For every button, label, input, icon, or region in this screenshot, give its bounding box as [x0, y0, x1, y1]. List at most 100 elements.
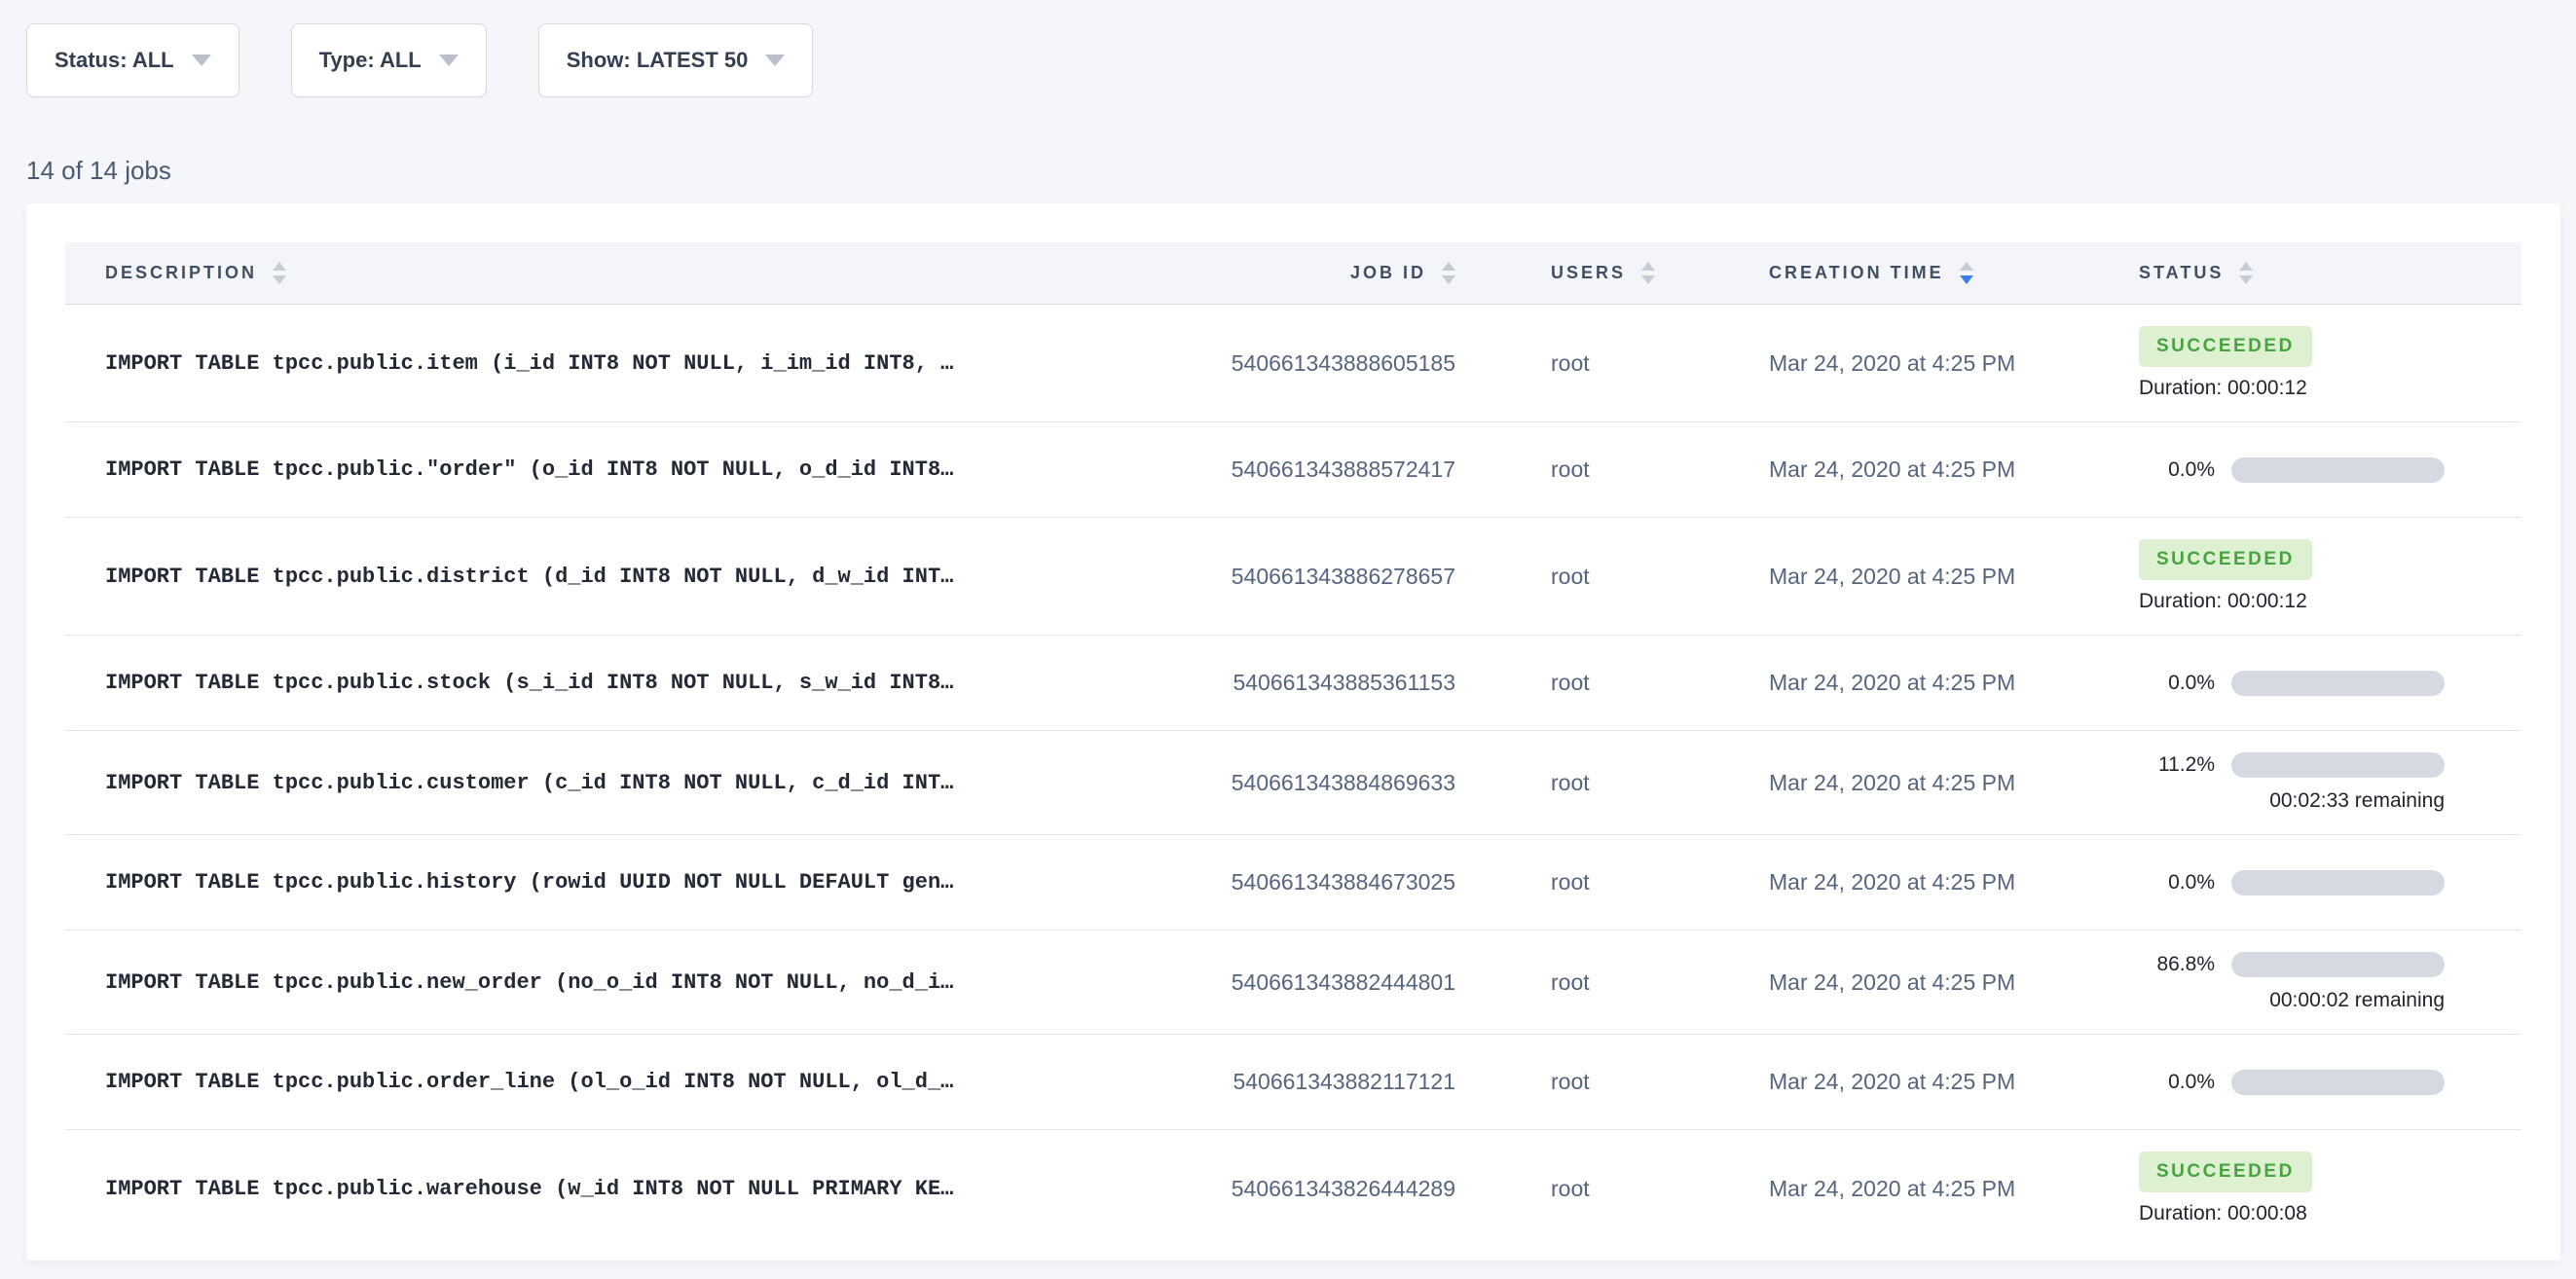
- jobs-filter-bar: Status: ALL Type: ALL Show: LATEST 50: [0, 0, 2576, 97]
- job-description: IMPORT TABLE tpcc.public.stock (s_i_id I…: [65, 671, 1134, 695]
- table-row: IMPORT TABLE tpcc.public.new_order (no_o…: [65, 931, 2521, 1035]
- sort-control[interactable]: [1641, 262, 1655, 284]
- status-succeeded: SUCCEEDED Duration: 00:00:12: [2139, 326, 2521, 400]
- table-row: IMPORT TABLE tpcc.public.warehouse (w_id…: [65, 1130, 2521, 1247]
- job-status-cell: 0.0%: [2108, 457, 2521, 483]
- job-user: root: [1455, 1069, 1748, 1095]
- header-label: USERS: [1551, 263, 1626, 283]
- job-description: IMPORT TABLE tpcc.public."order" (o_id I…: [65, 457, 1134, 482]
- header-label: CREATION TIME: [1769, 263, 1944, 283]
- header-cell-creation-time[interactable]: CREATION TIME: [1748, 262, 2108, 284]
- job-id: 540661343826444289: [1134, 1176, 1455, 1202]
- status-badge: SUCCEEDED: [2139, 326, 2312, 367]
- job-user: root: [1455, 670, 1748, 696]
- progress-line: 0.0%: [2139, 457, 2521, 483]
- header-cell-description[interactable]: DESCRIPTION: [65, 262, 1134, 284]
- type-filter-label: Type: ALL: [319, 48, 422, 73]
- sort-control[interactable]: [2239, 262, 2253, 284]
- job-description: IMPORT TABLE tpcc.public.item (i_id INT8…: [65, 351, 1134, 376]
- job-creation-time: Mar 24, 2020 at 4:25 PM: [1748, 869, 2108, 895]
- progress-bar: [2231, 752, 2445, 778]
- status-filter-dropdown[interactable]: Status: ALL: [26, 23, 239, 97]
- job-creation-time: Mar 24, 2020 at 4:25 PM: [1748, 564, 2108, 590]
- sort-asc-icon: [1641, 262, 1655, 271]
- job-user: root: [1455, 869, 1748, 895]
- job-user: root: [1455, 770, 1748, 796]
- job-creation-time: Mar 24, 2020 at 4:25 PM: [1748, 770, 2108, 796]
- job-status-cell: 86.8% 00:00:02 remaining: [2108, 952, 2521, 1012]
- job-user: root: [1455, 350, 1748, 377]
- show-filter-label: Show: LATEST 50: [567, 48, 749, 73]
- status-progress: 0.0%: [2139, 870, 2521, 895]
- job-creation-time: Mar 24, 2020 at 4:25 PM: [1748, 670, 2108, 696]
- status-progress: 11.2% 00:02:33 remaining: [2139, 752, 2521, 813]
- job-creation-time: Mar 24, 2020 at 4:25 PM: [1748, 350, 2108, 377]
- chevron-down-icon: [192, 55, 211, 66]
- job-status-cell: SUCCEEDED Duration: 00:00:12: [2108, 539, 2521, 613]
- progress-remaining: 00:00:02 remaining: [2139, 989, 2445, 1012]
- jobs-table-card: DESCRIPTION JOB ID USERS CREATION TIME S…: [26, 203, 2560, 1261]
- job-status-cell: 0.0%: [2108, 671, 2521, 696]
- table-header-row: DESCRIPTION JOB ID USERS CREATION TIME S…: [65, 242, 2521, 305]
- sort-control[interactable]: [1960, 262, 1973, 284]
- progress-line: 0.0%: [2139, 671, 2521, 696]
- job-creation-time: Mar 24, 2020 at 4:25 PM: [1748, 1176, 2108, 1202]
- header-cell-job-id[interactable]: JOB ID: [1134, 262, 1455, 284]
- job-id: 540661343884869633: [1134, 770, 1455, 796]
- status-duration: Duration: 00:00:12: [2139, 377, 2521, 400]
- sort-desc-icon: [1641, 275, 1655, 284]
- job-id: 540661343885361153: [1134, 670, 1455, 696]
- header-cell-users[interactable]: USERS: [1455, 262, 1748, 284]
- chevron-down-icon: [439, 55, 459, 66]
- sort-asc-icon: [1960, 262, 1973, 271]
- status-duration: Duration: 00:00:08: [2139, 1202, 2521, 1225]
- job-status-cell: SUCCEEDED Duration: 00:00:08: [2108, 1151, 2521, 1225]
- status-progress: 0.0%: [2139, 1070, 2521, 1095]
- sort-asc-icon: [2239, 262, 2253, 271]
- job-id: 540661343882444801: [1134, 969, 1455, 996]
- job-description: IMPORT TABLE tpcc.public.district (d_id …: [65, 565, 1134, 589]
- progress-bar: [2231, 1070, 2445, 1095]
- status-succeeded: SUCCEEDED Duration: 00:00:08: [2139, 1151, 2521, 1225]
- job-status-cell: SUCCEEDED Duration: 00:00:12: [2108, 326, 2521, 400]
- sort-asc-icon: [273, 262, 286, 271]
- progress-remaining: 00:02:33 remaining: [2139, 789, 2445, 813]
- progress-line: 0.0%: [2139, 870, 2521, 895]
- progress-percent: 0.0%: [2139, 871, 2215, 895]
- progress-percent: 0.0%: [2139, 458, 2215, 482]
- job-id: 540661343888605185: [1134, 350, 1455, 377]
- progress-percent: 0.0%: [2139, 1071, 2215, 1094]
- table-row: IMPORT TABLE tpcc.public.order_line (ol_…: [65, 1035, 2521, 1130]
- job-user: root: [1455, 1176, 1748, 1202]
- job-id: 540661343884673025: [1134, 869, 1455, 895]
- progress-percent: 86.8%: [2139, 953, 2215, 976]
- job-status-cell: 0.0%: [2108, 870, 2521, 895]
- status-badge: SUCCEEDED: [2139, 1151, 2312, 1192]
- header-label: STATUS: [2139, 263, 2224, 283]
- job-description: IMPORT TABLE tpcc.public.new_order (no_o…: [65, 970, 1134, 995]
- sort-desc-icon: [273, 275, 286, 284]
- job-description: IMPORT TABLE tpcc.public.order_line (ol_…: [65, 1070, 1134, 1094]
- job-description: IMPORT TABLE tpcc.public.customer (c_id …: [65, 771, 1134, 795]
- job-user: root: [1455, 969, 1748, 996]
- table-row: IMPORT TABLE tpcc.public.history (rowid …: [65, 835, 2521, 931]
- table-body: IMPORT TABLE tpcc.public.item (i_id INT8…: [65, 305, 2521, 1247]
- sort-control[interactable]: [273, 262, 286, 284]
- progress-percent: 11.2%: [2139, 753, 2215, 777]
- status-succeeded: SUCCEEDED Duration: 00:00:12: [2139, 539, 2521, 613]
- job-user: root: [1455, 564, 1748, 590]
- job-description: IMPORT TABLE tpcc.public.warehouse (w_id…: [65, 1177, 1134, 1201]
- progress-percent: 0.0%: [2139, 672, 2215, 695]
- sort-control[interactable]: [1442, 262, 1455, 284]
- show-filter-dropdown[interactable]: Show: LATEST 50: [538, 23, 814, 97]
- status-duration: Duration: 00:00:12: [2139, 590, 2521, 613]
- header-label: JOB ID: [1350, 263, 1426, 283]
- progress-line: 86.8%: [2139, 952, 2521, 977]
- table-row: IMPORT TABLE tpcc.public."order" (o_id I…: [65, 422, 2521, 518]
- job-status-cell: 11.2% 00:02:33 remaining: [2108, 752, 2521, 813]
- progress-bar: [2231, 952, 2445, 977]
- type-filter-dropdown[interactable]: Type: ALL: [291, 23, 487, 97]
- progress-line: 0.0%: [2139, 1070, 2521, 1095]
- table-row: IMPORT TABLE tpcc.public.customer (c_id …: [65, 731, 2521, 835]
- header-cell-status[interactable]: STATUS: [2108, 262, 2521, 284]
